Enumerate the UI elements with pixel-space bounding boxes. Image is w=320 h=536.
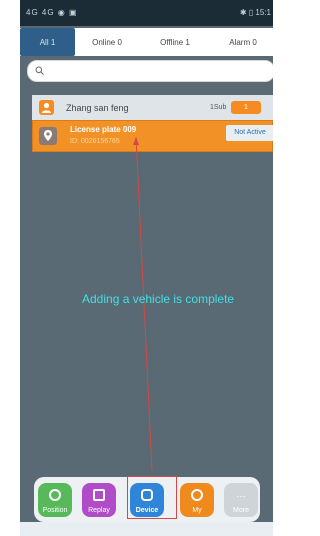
status-bar-left: 4G 4G ◉ ▣ <box>26 8 78 17</box>
completion-message: Adding a vehicle is complete <box>82 292 235 306</box>
my-button[interactable]: My <box>180 483 214 517</box>
location-pin-icon <box>39 127 57 145</box>
my-icon <box>191 489 203 501</box>
more-icon: … <box>236 489 246 500</box>
app-screen: 4G 4G ◉ ▣ ✱ ▯ 15:1 All 1 Online 0 Offlin… <box>20 0 273 536</box>
group-name: Zhang san feng <box>66 103 129 113</box>
vehicle-name: License plate 009 <box>70 125 137 134</box>
user-group-icon <box>39 100 54 115</box>
group-sub-count: 1Sub <box>210 104 227 111</box>
vehicle-row[interactable]: License plate 009 ID: 0026156765 Not Act… <box>32 120 273 152</box>
replay-label: Replay <box>88 507 110 514</box>
group-count-chip: 1 <box>231 101 261 114</box>
more-button[interactable]: … More <box>224 483 258 517</box>
vehicle-id: ID: 0026156765 <box>70 138 120 145</box>
tab-offline[interactable]: Offline 1 <box>140 28 210 56</box>
tab-all[interactable]: All 1 <box>20 28 75 56</box>
more-label: More <box>233 507 249 514</box>
device-highlight-box <box>127 476 177 519</box>
vehicle-status-badge: Not Active <box>226 125 273 141</box>
group-row[interactable]: Zhang san feng 1Sub 1 <box>32 95 273 120</box>
tab-online[interactable]: Online 0 <box>78 28 136 56</box>
my-label: My <box>192 507 202 514</box>
replay-icon <box>93 489 105 501</box>
filter-tabs: All 1 Online 0 Offline 1 Alarm 0 <box>20 28 273 56</box>
status-bar-right: ✱ ▯ 15:1 <box>239 8 271 17</box>
position-label: Position <box>42 507 68 514</box>
replay-button[interactable]: Replay <box>82 483 116 517</box>
search-input[interactable] <box>50 63 264 81</box>
tab-alarm[interactable]: Alarm 0 <box>213 28 273 56</box>
search-bar[interactable] <box>27 60 273 82</box>
position-button[interactable]: Position <box>38 483 72 517</box>
status-bar: 4G 4G ◉ ▣ ✱ ▯ 15:1 <box>20 0 273 26</box>
search-icon <box>35 66 44 75</box>
system-navbar <box>20 522 273 536</box>
position-icon <box>49 489 61 501</box>
